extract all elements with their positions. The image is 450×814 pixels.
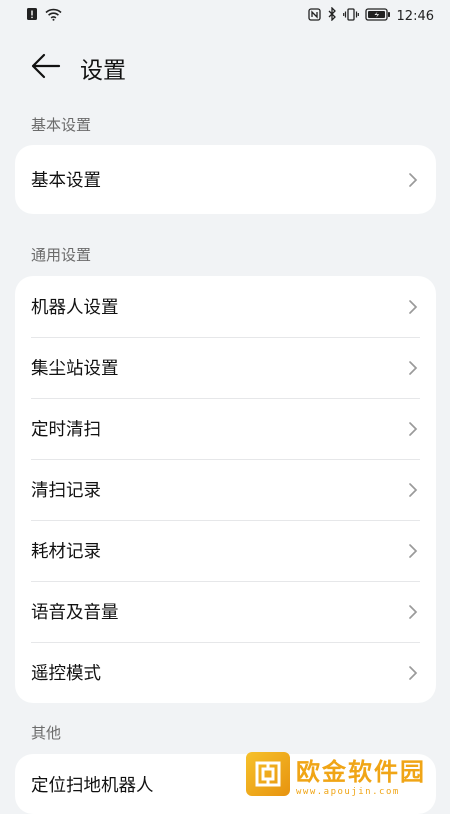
status-right-icons: 12:46 xyxy=(307,6,434,25)
list-item-voice-volume[interactable]: 语音及音量 xyxy=(15,581,436,642)
status-bar: 12:46 xyxy=(0,0,450,32)
watermark-logo-icon xyxy=(246,752,290,796)
status-time: 12:46 xyxy=(396,8,434,24)
battery-charging-icon xyxy=(364,7,391,25)
list-item-label: 基本设置 xyxy=(31,171,101,191)
list-item-robot-settings[interactable]: 机器人设置 xyxy=(15,276,436,337)
back-arrow-icon xyxy=(31,53,61,83)
list-item-basic-settings[interactable]: 基本设置 xyxy=(15,145,436,214)
list-item-label: 清扫记录 xyxy=(31,481,101,501)
card-basic-settings: 基本设置 xyxy=(15,145,436,214)
list-item-remote-control-mode[interactable]: 遥控模式 xyxy=(15,642,436,703)
section-label-general: 通用设置 xyxy=(31,246,92,264)
chevron-right-icon xyxy=(406,482,420,497)
section-label-other: 其他 xyxy=(31,724,62,742)
page-title: 设置 xyxy=(80,58,126,84)
list-item-label: 遥控模式 xyxy=(31,664,101,684)
vibrate-icon xyxy=(342,7,359,25)
app-bar: 设置 xyxy=(0,44,450,92)
alert-icon xyxy=(26,7,38,25)
chevron-right-icon xyxy=(406,604,420,619)
list-item-label: 耗材记录 xyxy=(31,542,101,562)
list-item-scheduled-cleaning[interactable]: 定时清扫 xyxy=(15,398,436,459)
bluetooth-icon xyxy=(327,6,337,25)
wifi-icon xyxy=(45,8,62,25)
list-item-consumables-records[interactable]: 耗材记录 xyxy=(15,520,436,581)
list-item-cleaning-records[interactable]: 清扫记录 xyxy=(15,459,436,520)
chevron-right-icon xyxy=(406,665,420,680)
section-label-basic: 基本设置 xyxy=(31,116,92,134)
chevron-right-icon xyxy=(406,543,420,558)
list-item-label: 语音及音量 xyxy=(31,603,119,623)
nfc-icon xyxy=(307,7,321,25)
watermark-text-group: 欧金软件园 www.apoujin.com xyxy=(296,752,426,797)
chevron-right-icon xyxy=(406,299,420,314)
watermark-url: www.apoujin.com xyxy=(296,786,400,797)
card-general-settings: 机器人设置 集尘站设置 定时清扫 清扫记录 耗材记录 语音及音量 遥控模式 xyxy=(15,276,436,703)
chevron-right-icon xyxy=(406,421,420,436)
list-item-label: 定时清扫 xyxy=(31,420,101,440)
chevron-right-icon xyxy=(406,172,420,187)
list-item-label: 集尘站设置 xyxy=(31,359,119,379)
list-item-label: 机器人设置 xyxy=(31,298,119,318)
status-left-icons xyxy=(26,7,62,25)
list-item-dust-station-settings[interactable]: 集尘站设置 xyxy=(15,337,436,398)
back-button[interactable] xyxy=(26,48,66,88)
watermark: 欧金软件园 www.apoujin.com xyxy=(246,748,450,800)
chevron-right-icon xyxy=(406,360,420,375)
watermark-text: 欧金软件园 xyxy=(296,757,426,786)
list-item-label: 定位扫地机器人 xyxy=(31,776,154,796)
